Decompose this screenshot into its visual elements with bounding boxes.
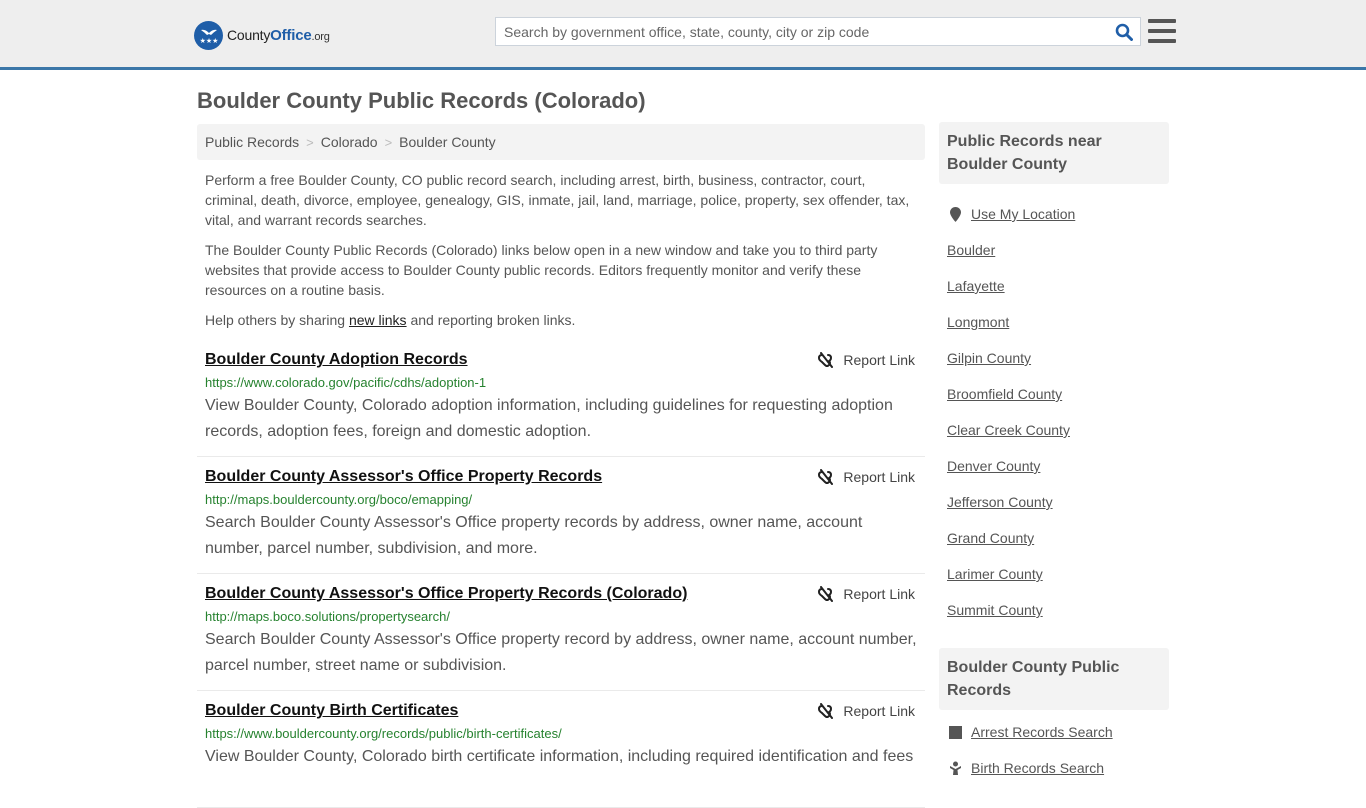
eagle-logo-icon: ★★★ [194,20,223,50]
county-record-item: Arrest Records Search [947,714,1161,750]
record-title-link[interactable]: Boulder County Birth Certificates [205,701,458,721]
record-description: View Boulder County, Colorado adoption i… [205,397,893,440]
nearby-link-broomfield-county[interactable]: Broomfield County [947,386,1062,402]
record-description: Search Boulder County Assessor's Office … [205,631,917,674]
record-item: Boulder County Birth Certificates Report… [197,691,925,808]
breadcrumb-separator: > [306,134,314,150]
site-logo[interactable]: ★★★ CountyOffice.org [194,20,330,50]
search-input[interactable] [496,18,1108,45]
sidebar: Public Records near Boulder County Use M… [939,122,1169,786]
nearby-link-longmont[interactable]: Longmont [947,314,1009,330]
search-button[interactable] [1108,18,1140,45]
broken-link-icon [818,703,834,719]
county-records-list: Arrest Records Search Birth Records Sear… [939,710,1169,786]
record-item: Boulder County Adoption Records Report L… [197,340,925,457]
nearby-item: Grand County [947,520,1161,556]
arrest-records-link[interactable]: Arrest Records Search [971,724,1113,740]
baby-icon [947,761,963,775]
nearby-link-summit-county[interactable]: Summit County [947,602,1043,618]
nearby-link-clear-creek-county[interactable]: Clear Creek County [947,422,1070,438]
nearby-link-grand-county[interactable]: Grand County [947,530,1034,546]
record-url: https://www.colorado.gov/pacific/cdhs/ad… [205,375,487,390]
nearby-item: Lafayette [947,268,1161,304]
nearby-link-denver-county[interactable]: Denver County [947,458,1040,474]
record-item: Boulder County Assessor's Office Propert… [197,574,925,691]
nearby-item: Gilpin County [947,340,1161,376]
nearby-link-larimer-county[interactable]: Larimer County [947,566,1043,582]
new-links-link[interactable]: new links [349,312,407,328]
broken-link-icon [818,586,834,602]
nearby-link-boulder[interactable]: Boulder [947,242,995,258]
logo-text: CountyOffice.org [227,26,330,44]
nearby-link-lafayette[interactable]: Lafayette [947,278,1005,294]
square-icon [947,725,963,739]
breadcrumb-boulder-county[interactable]: Boulder County [399,134,496,150]
report-link-button[interactable]: Report Link [817,703,915,719]
nearby-link-jefferson-county[interactable]: Jefferson County [947,494,1053,510]
record-url: https://www.bouldercounty.org/records/pu… [205,726,562,741]
intro-paragraph-2: The Boulder County Public Records (Color… [205,242,878,298]
use-my-location-link[interactable]: Use My Location [971,206,1075,222]
breadcrumb-public-records[interactable]: Public Records [205,134,299,150]
nearby-item: Larimer County [947,556,1161,592]
county-records-heading: Boulder County Public Records [939,648,1169,710]
intro-paragraph-1: Perform a free Boulder County, CO public… [205,172,910,228]
nearby-link-gilpin-county[interactable]: Gilpin County [947,350,1031,366]
report-link-button[interactable]: Report Link [817,469,915,485]
record-title-link[interactable]: Boulder County Adoption Records [205,350,468,370]
record-title-link[interactable]: Boulder County Assessor's Office Propert… [205,467,602,487]
intro-text: Perform a free Boulder County, CO public… [205,170,920,340]
broken-link-icon [818,469,834,485]
report-link-button[interactable]: Report Link [817,586,915,602]
record-description: Search Boulder County Assessor's Office … [205,514,863,557]
birth-records-link[interactable]: Birth Records Search [971,760,1104,776]
svg-text:★★★: ★★★ [199,37,218,45]
nearby-item: Longmont [947,304,1161,340]
record-title-link[interactable]: Boulder County Assessor's Office Propert… [205,584,687,604]
nearby-list: Use My Location Boulder Lafayette Longmo… [939,184,1169,628]
nearby-item: Boulder [947,232,1161,268]
page-title: Boulder County Public Records (Colorado) [197,88,646,113]
top-bar: ★★★ CountyOffice.org [0,0,1366,70]
nearby-item: Jefferson County [947,484,1161,520]
nearby-item: Clear Creek County [947,412,1161,448]
search-bar [495,17,1141,46]
breadcrumb: Public Records > Colorado > Boulder Coun… [197,124,925,160]
record-item: Boulder County Assessor's Office Propert… [197,457,925,574]
record-description: View Boulder County, Colorado birth cert… [205,748,914,765]
nearby-item: Broomfield County [947,376,1161,412]
records-list: Boulder County Adoption Records Report L… [197,340,925,808]
county-record-item: Birth Records Search [947,750,1161,786]
breadcrumb-separator: > [384,134,393,150]
use-location-item: Use My Location [947,196,1161,232]
breadcrumb-colorado[interactable]: Colorado [321,134,378,150]
nearby-item: Denver County [947,448,1161,484]
record-url: http://maps.bouldercounty.org/boco/emapp… [205,492,473,507]
intro-paragraph-3: Help others by sharing new links and rep… [205,312,576,328]
map-marker-icon [947,206,963,222]
nearby-item: Summit County [947,592,1161,628]
nearby-heading: Public Records near Boulder County [939,122,1169,184]
report-link-button[interactable]: Report Link [817,352,915,368]
broken-link-icon [818,352,834,368]
hamburger-menu-icon[interactable] [1148,19,1176,43]
record-url: http://maps.boco.solutions/propertysearc… [205,609,450,624]
search-icon [1115,23,1133,41]
